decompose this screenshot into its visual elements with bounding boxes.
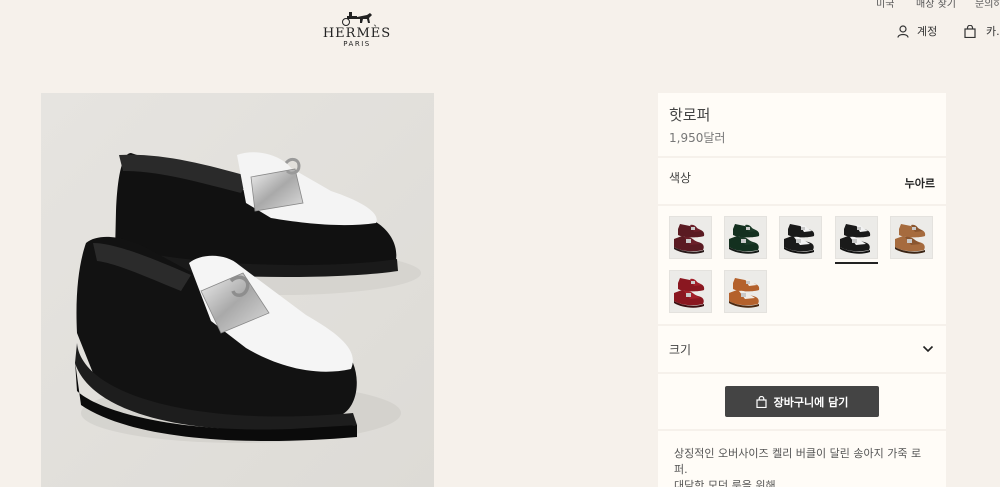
loafer-thumbnail-icon [840,224,871,254]
loafer-pair-illustration [41,93,434,487]
user-icon [897,24,909,38]
add-to-cart-label: 장바구니에 담기 [773,395,849,409]
top-link-country[interactable]: 미국 [876,0,894,10]
product-price: 1,950달러 [669,131,726,145]
color-swatch-red-suede[interactable] [669,270,712,313]
account-link[interactable]: 계정 [897,23,937,39]
color-selector-header: 색상 누아르 [658,158,946,204]
brand-name: HERMÈS [322,26,392,41]
loafer-thumbnail-icon [674,278,705,308]
loafer-thumbnail-icon [895,224,926,254]
product-name: 핫로퍼 [669,106,711,124]
loafer-thumbnail-icon [784,224,815,254]
shopping-bag-icon [964,24,976,38]
carriage-logo-icon [342,12,372,26]
color-swatch-burgundy[interactable] [669,216,712,259]
account-label: 계정 [917,25,938,38]
color-swatch-cognac-white[interactable] [724,270,767,313]
color-swatch-green[interactable] [724,216,767,259]
product-description-more: 대담한 모던 룩을 위해 [674,479,776,487]
loafer-thumbnail-icon [729,224,760,254]
product-title-card: 핫로퍼 1,950달러 [658,93,946,156]
add-to-cart-button[interactable]: 장바구니에 담기 [725,386,879,417]
color-swatch-tan[interactable] [890,216,933,259]
shopping-bag-icon [756,395,767,408]
color-swatches [658,206,946,324]
color-label: 색상 [669,170,692,185]
color-value: 누아르 [904,177,935,190]
color-swatch-black-white[interactable] [779,216,822,259]
add-to-cart-area: 장바구니에 담기 [658,374,946,429]
loafer-thumbnail-icon [674,224,705,254]
product-image[interactable] [41,93,434,487]
color-swatch-black-white-selected[interactable] [835,216,878,259]
product-panel: 핫로퍼 1,950달러 색상 누아르 크기 장바구니에 담기 상징적인 오버사이… [658,93,946,487]
cart-link[interactable]: 카. [964,23,1000,39]
brand-city: PARIS [343,40,371,48]
cart-label: 카. [986,25,1000,38]
size-selector[interactable]: 크기 [658,326,946,372]
loafer-thumbnail-icon [729,278,760,308]
product-description-text: 상징적인 오버사이즈 켈리 버클이 달린 송아지 가죽 로퍼. [674,447,922,476]
chevron-down-icon [922,345,934,353]
hermes-logo[interactable]: HERMÈS PARIS [322,10,392,52]
product-description: 상징적인 오버사이즈 켈리 버클이 달린 송아지 가죽 로퍼. 대담한 모던 룩… [658,431,946,487]
top-link-contact[interactable]: 문의하 [975,0,1000,10]
size-label: 크기 [669,342,692,357]
top-link-store-finder[interactable]: 매장 찾기 [916,0,956,10]
